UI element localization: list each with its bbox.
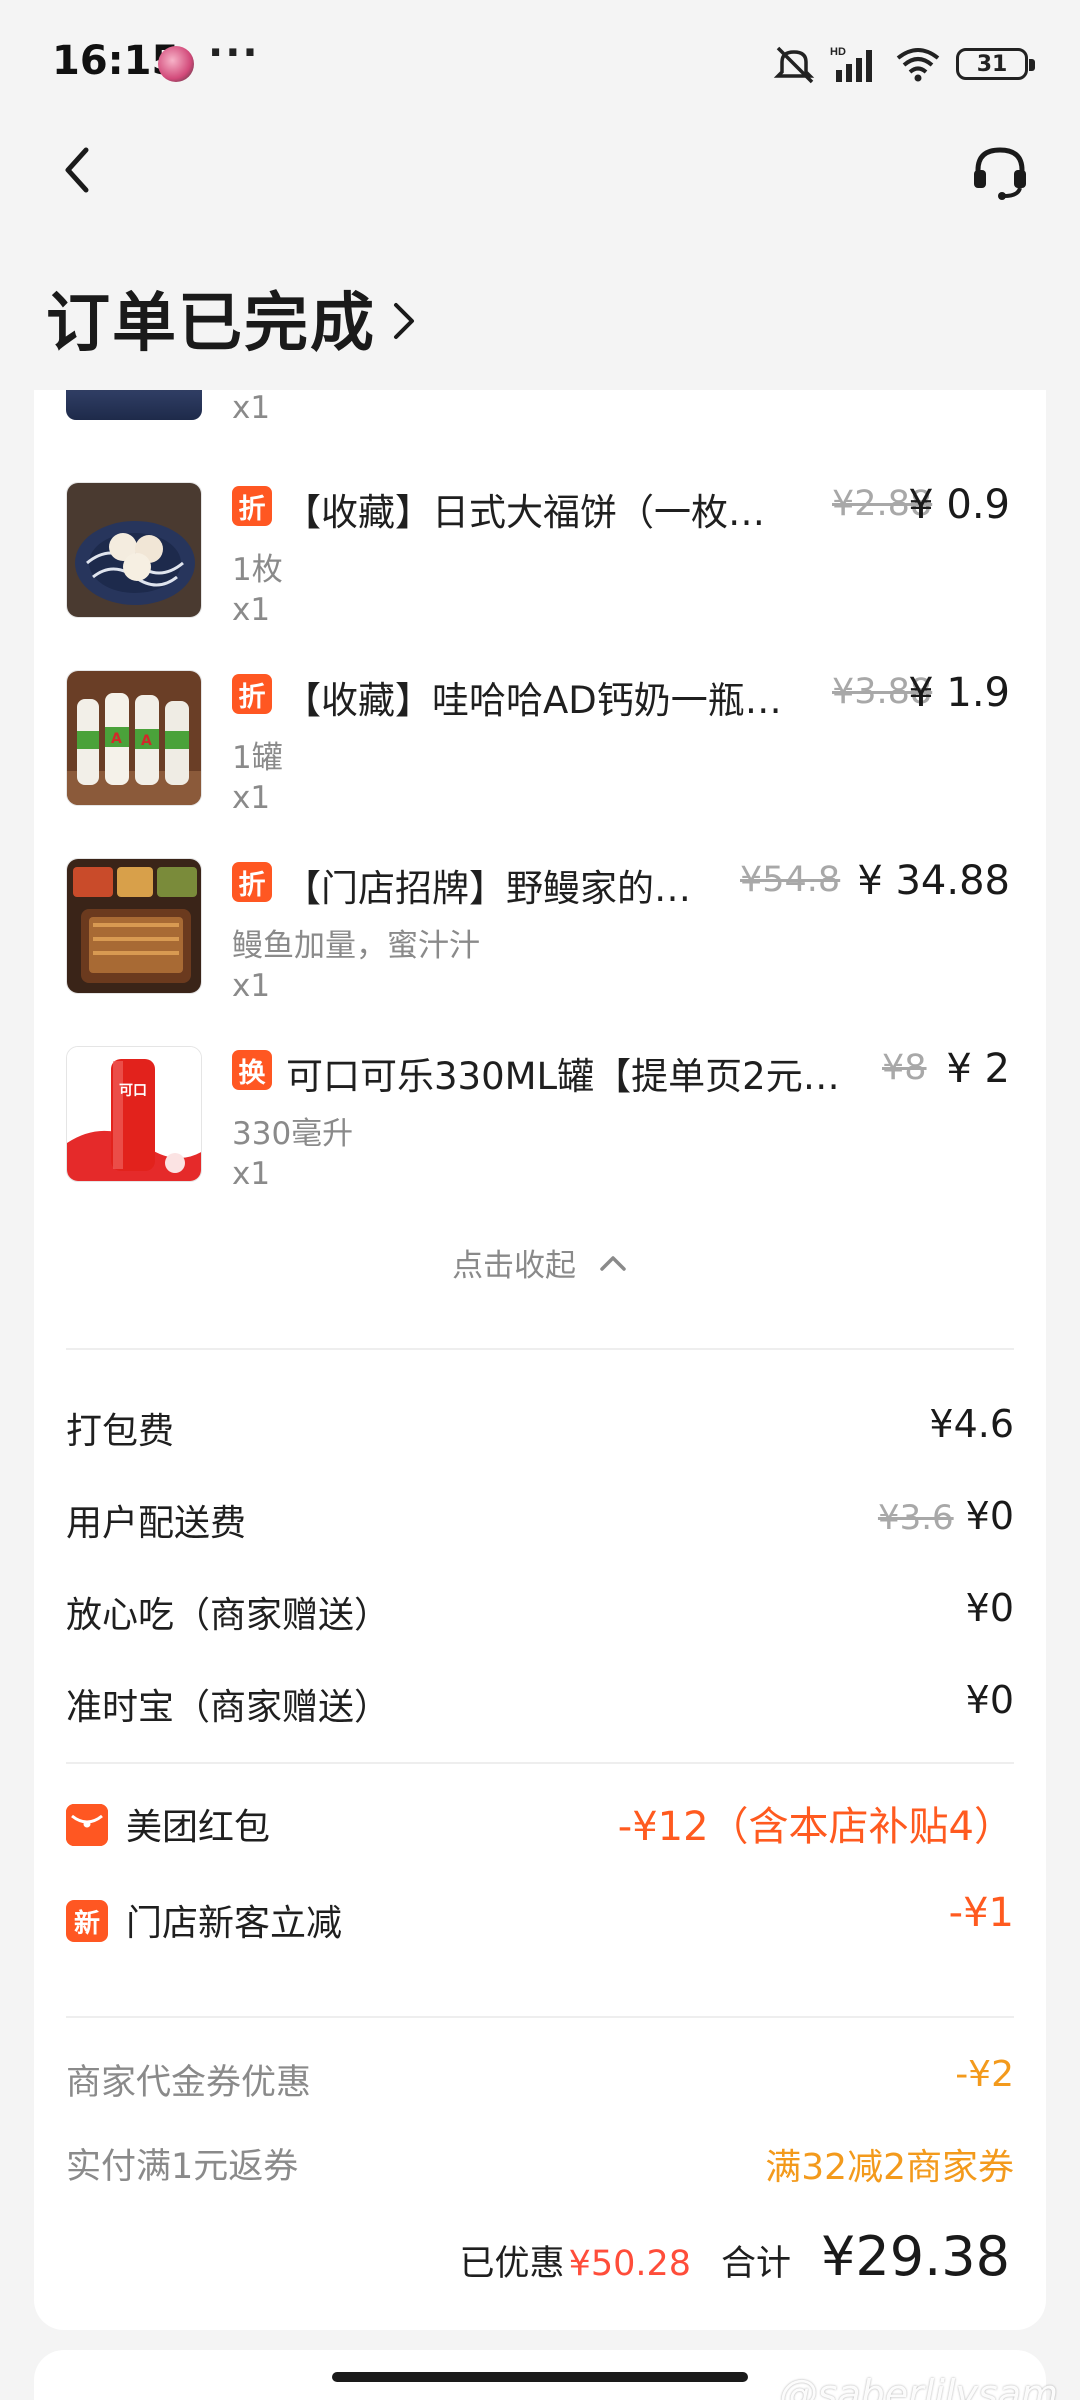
order-summary: 已优惠 ¥50.28 合计 ¥29.38 <box>460 2225 1010 2288</box>
order-status-link[interactable]: 订单已完成 <box>46 272 418 364</box>
svg-text:可口: 可口 <box>119 1083 147 1099</box>
promo-label: 门店新客立减 <box>126 1903 343 1944</box>
promo-label: 美团红包 <box>126 1807 271 1848</box>
item-spec: 330毫升 <box>232 1116 354 1152</box>
list-item[interactable]: x1 <box>34 390 1046 440</box>
item-price: ¥ 34.88 <box>857 858 1010 904</box>
order-status-title: 订单已完成 <box>46 287 376 361</box>
total-value: ¥29.38 <box>821 2225 1010 2288</box>
fee-value: ¥4.6 <box>929 1402 1014 1446</box>
red-envelope-icon <box>66 1804 108 1846</box>
divider <box>66 2016 1014 2018</box>
coupon-row-voucher: 商家代金券优惠 -¥2 <box>66 2054 1014 2114</box>
fee-amount: ¥0 <box>965 1678 1014 1722</box>
wifi-icon <box>896 48 940 82</box>
product-image: A A <box>66 670 202 806</box>
item-name: 【门店招牌】野鳗家的… <box>284 867 691 910</box>
divider <box>66 1762 1014 1764</box>
chevron-left-icon <box>65 147 89 193</box>
discount-badge: 折 <box>232 486 272 526</box>
list-item[interactable]: A A 折 【收藏】哇哈哈AD钙奶一瓶… ¥3.88 ¥ 1.9 1罐 x1 <box>34 670 1046 820</box>
customer-service-button[interactable] <box>968 140 1032 204</box>
list-item[interactable]: 可口 换 可口可乐330ML罐【提单页2元… ¥8 ¥ 2 330毫升 x1 <box>34 1046 1046 1196</box>
fee-row-food-safety: 放心吃（商家赠送） ¥0 <box>66 1586 1014 1646</box>
chevron-up-icon <box>600 1255 626 1271</box>
fee-amount: ¥0 <box>965 1586 1014 1630</box>
status-icons: HD 31 <box>772 40 1035 88</box>
item-price: ¥ 1.9 <box>908 670 1010 716</box>
mute-icon <box>773 46 815 84</box>
item-price: ¥ 2 <box>946 1046 1010 1092</box>
product-image <box>66 390 202 420</box>
fee-amount: ¥4.6 <box>929 1402 1014 1446</box>
fee-value: ¥0 <box>966 1586 1014 1630</box>
item-quantity: x1 <box>232 780 271 816</box>
svg-text:A: A <box>141 733 152 749</box>
item-spec: 鳗鱼加量，蜜汁汁 <box>232 928 480 964</box>
saved-label: 已优惠 <box>459 2244 565 2284</box>
item-original-price: ¥8 <box>882 1048 927 1088</box>
coupon-label: 实付满1元返券 <box>66 2147 299 2187</box>
item-original-price: ¥54.8 <box>740 860 841 900</box>
item-quantity: x1 <box>232 1156 271 1192</box>
divider <box>66 1348 1014 1350</box>
coupon-value: 满32减2商家券 <box>765 2147 1014 2188</box>
item-name: 可口可乐330ML罐【提单页2元… <box>286 1055 840 1098</box>
fee-row-on-time: 准时宝（商家赠送） ¥0 <box>66 1678 1014 1738</box>
fee-label: 准时宝（商家赠送） <box>66 1687 391 1728</box>
list-item[interactable]: 折 【门店招牌】野鳗家的… ¥54.8 ¥ 34.88 鳗鱼加量，蜜汁汁 x1 <box>34 858 1046 1008</box>
exchange-badge: 换 <box>232 1050 272 1090</box>
app-notification-icon <box>158 46 194 82</box>
home-indicator[interactable] <box>332 2372 748 2382</box>
item-spec: 1枚 <box>232 552 283 588</box>
promo-value: -¥1 <box>948 1890 1014 1936</box>
total-label: 合计 <box>721 2244 792 2284</box>
item-spec: 1罐 <box>232 740 283 776</box>
signal-icon: HD <box>830 46 872 82</box>
more-notifications-icon: ··· <box>208 30 260 76</box>
coupon-value: -¥2 <box>955 2054 1014 2095</box>
fee-original-amount: ¥3.6 <box>877 1498 954 1538</box>
item-quantity: x1 <box>232 968 271 1004</box>
product-image <box>66 482 202 618</box>
discount-badge: 折 <box>232 674 272 714</box>
order-detail-card: x1 折 【收藏】日式大福饼（一枚… ¥2.88 ¥ 0.9 1枚 x1 A A… <box>34 390 1046 2330</box>
item-quantity: x1 <box>232 390 271 426</box>
network-type-label: HD <box>830 46 846 58</box>
back-button[interactable] <box>48 140 108 200</box>
product-image: 可口 <box>66 1046 202 1182</box>
status-bar: 16:15 ··· HD 31 <box>0 0 1080 128</box>
watermark: @saberlilysam <box>779 2372 1058 2400</box>
discount-badge: 折 <box>232 862 272 902</box>
promo-row-new-customer: 新 门店新客立减 -¥1 <box>66 1890 1014 1960</box>
svg-text:A: A <box>111 731 122 747</box>
chevron-right-icon <box>394 303 414 339</box>
product-image <box>66 858 202 994</box>
item-price: ¥ 0.9 <box>908 482 1010 528</box>
fee-value: ¥0 <box>966 1678 1014 1722</box>
collapse-label: 点击收起 <box>452 1248 577 1284</box>
fee-row-delivery: 用户配送费 ¥3.6 ¥0 <box>66 1494 1014 1554</box>
promo-value: -¥12（含本店补贴4） <box>617 1804 1014 1850</box>
collapse-items-button[interactable]: 点击收起 <box>34 1240 1046 1285</box>
list-item[interactable]: 折 【收藏】日式大福饼（一枚… ¥2.88 ¥ 0.9 1枚 x1 <box>34 482 1046 632</box>
item-name: 【收藏】哇哈哈AD钙奶一瓶… <box>284 679 782 722</box>
fee-label: 打包费 <box>66 1411 175 1452</box>
coupon-label: 商家代金券优惠 <box>66 2063 312 2103</box>
saved-value: ¥50.28 <box>568 2244 692 2284</box>
item-name: 【收藏】日式大福饼（一枚… <box>284 491 765 534</box>
coupon-row-cashback[interactable]: 实付满1元返券 满32减2商家券 <box>66 2138 1014 2198</box>
headset-icon <box>974 147 1026 200</box>
new-customer-icon: 新 <box>66 1900 108 1942</box>
battery-indicator: 31 <box>956 48 1035 80</box>
fee-amount: ¥0 <box>965 1494 1014 1538</box>
fee-label: 放心吃（商家赠送） <box>66 1595 391 1636</box>
promo-row-red-envelope: 美团红包 -¥12（含本店补贴4） <box>66 1794 1014 1864</box>
fee-label: 用户配送费 <box>66 1503 247 1544</box>
fee-row-packaging: 打包费 ¥4.6 <box>66 1402 1014 1462</box>
item-quantity: x1 <box>232 592 271 628</box>
fee-value: ¥3.6 ¥0 <box>878 1494 1014 1538</box>
